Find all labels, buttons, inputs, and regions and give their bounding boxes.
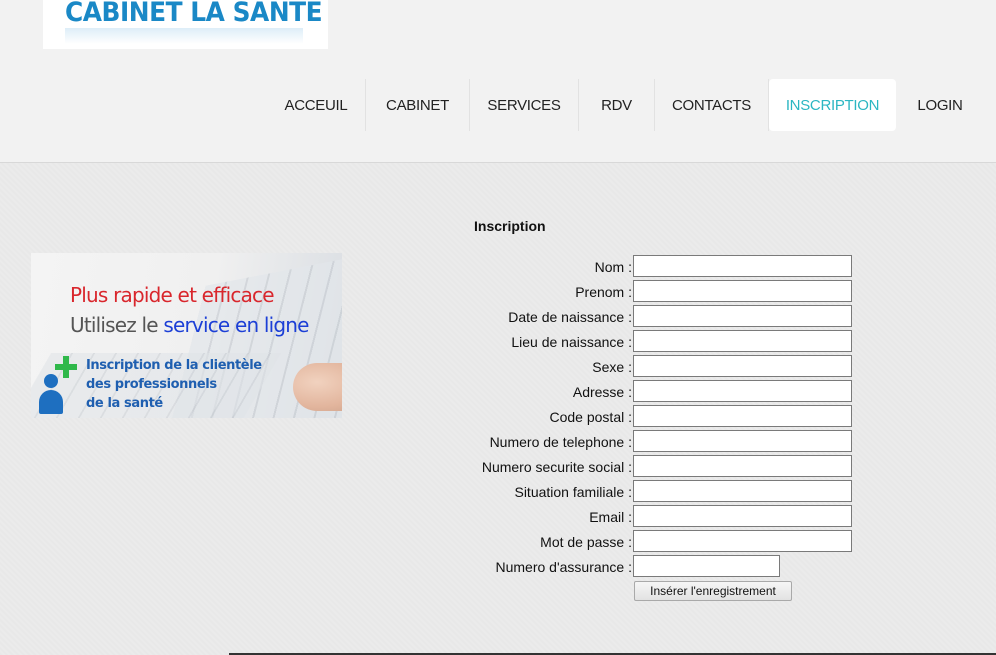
field-label-telephone: Numero de telephone :: [489, 434, 632, 450]
logo-reflection: [65, 28, 303, 44]
assurance-input[interactable]: [633, 555, 780, 577]
field-label-email: Email :: [589, 509, 632, 525]
field-label-assurance: Numero d'assurance :: [495, 559, 632, 575]
form-row-adresse: Adresse :: [0, 380, 996, 402]
securite-sociale-input[interactable]: [633, 455, 852, 477]
code-postal-input[interactable]: [633, 405, 852, 427]
field-label-securite-sociale: Numero securite social :: [481, 459, 632, 475]
nav-item-acceuil[interactable]: ACCEUIL: [267, 79, 366, 131]
form-row-sexe: Sexe :: [0, 355, 996, 377]
logo-text: CABINET LA SANTE: [65, 0, 323, 28]
form-row-lieu-naissance: Lieu de naissance :: [0, 330, 996, 352]
form-row-situation-familiale: Situation familiale :: [0, 480, 996, 502]
nav-item-cabinet[interactable]: CABINET: [366, 79, 470, 131]
situation-familiale-input[interactable]: [633, 480, 852, 502]
field-label-adresse: Adresse :: [572, 384, 632, 400]
site-header: CABINET LA SANTE ACCEUIL CABINET SERVICE…: [0, 0, 996, 163]
form-row-code-postal: Code postal :: [0, 405, 996, 427]
form-row-email: Email :: [0, 505, 996, 527]
nom-input[interactable]: [633, 255, 852, 277]
field-label-nom: Nom :: [594, 259, 632, 275]
field-label-situation-familiale: Situation familiale :: [514, 484, 632, 500]
site-logo[interactable]: CABINET LA SANTE: [43, 0, 328, 49]
telephone-input[interactable]: [633, 430, 852, 452]
field-label-lieu-naissance: Lieu de naissance :: [511, 334, 632, 350]
form-row-date-naissance: Date de naissance :: [0, 305, 996, 327]
field-label-mot-de-passe: Mot de passe :: [540, 534, 632, 550]
nav-item-inscription[interactable]: INSCRIPTION: [769, 79, 896, 131]
field-label-sexe: Sexe :: [592, 359, 632, 375]
nav-item-services[interactable]: SERVICES: [470, 79, 579, 131]
nav-item-rdv[interactable]: RDV: [579, 79, 655, 131]
nav-item-login[interactable]: LOGIN: [896, 79, 984, 131]
date-naissance-input[interactable]: [633, 305, 852, 327]
form-title: Inscription: [474, 218, 546, 234]
field-label-code-postal: Code postal :: [549, 409, 633, 425]
main-nav: ACCEUIL CABINET SERVICES RDV CONTACTS IN…: [267, 79, 984, 131]
form-row-telephone: Numero de telephone :: [0, 430, 996, 452]
form-row-securite-sociale: Numero securite social :: [0, 455, 996, 477]
form-row-mot-de-passe: Mot de passe :: [0, 530, 996, 552]
nav-item-contacts[interactable]: CONTACTS: [655, 79, 769, 131]
submit-button[interactable]: Insérer l'enregistrement: [634, 581, 792, 601]
form-row-nom: Nom :: [0, 255, 996, 277]
mot-de-passe-input[interactable]: [633, 530, 852, 552]
adresse-input[interactable]: [633, 380, 852, 402]
form-row-assurance: Numero d'assurance :: [0, 555, 996, 577]
prenom-input[interactable]: [633, 280, 852, 302]
lieu-naissance-input[interactable]: [633, 330, 852, 352]
sexe-input[interactable]: [633, 355, 852, 377]
field-label-prenom: Prenom :: [575, 284, 632, 300]
email-input[interactable]: [633, 505, 852, 527]
form-row-prenom: Prenom :: [0, 280, 996, 302]
field-label-date-naissance: Date de naissance :: [508, 309, 632, 325]
